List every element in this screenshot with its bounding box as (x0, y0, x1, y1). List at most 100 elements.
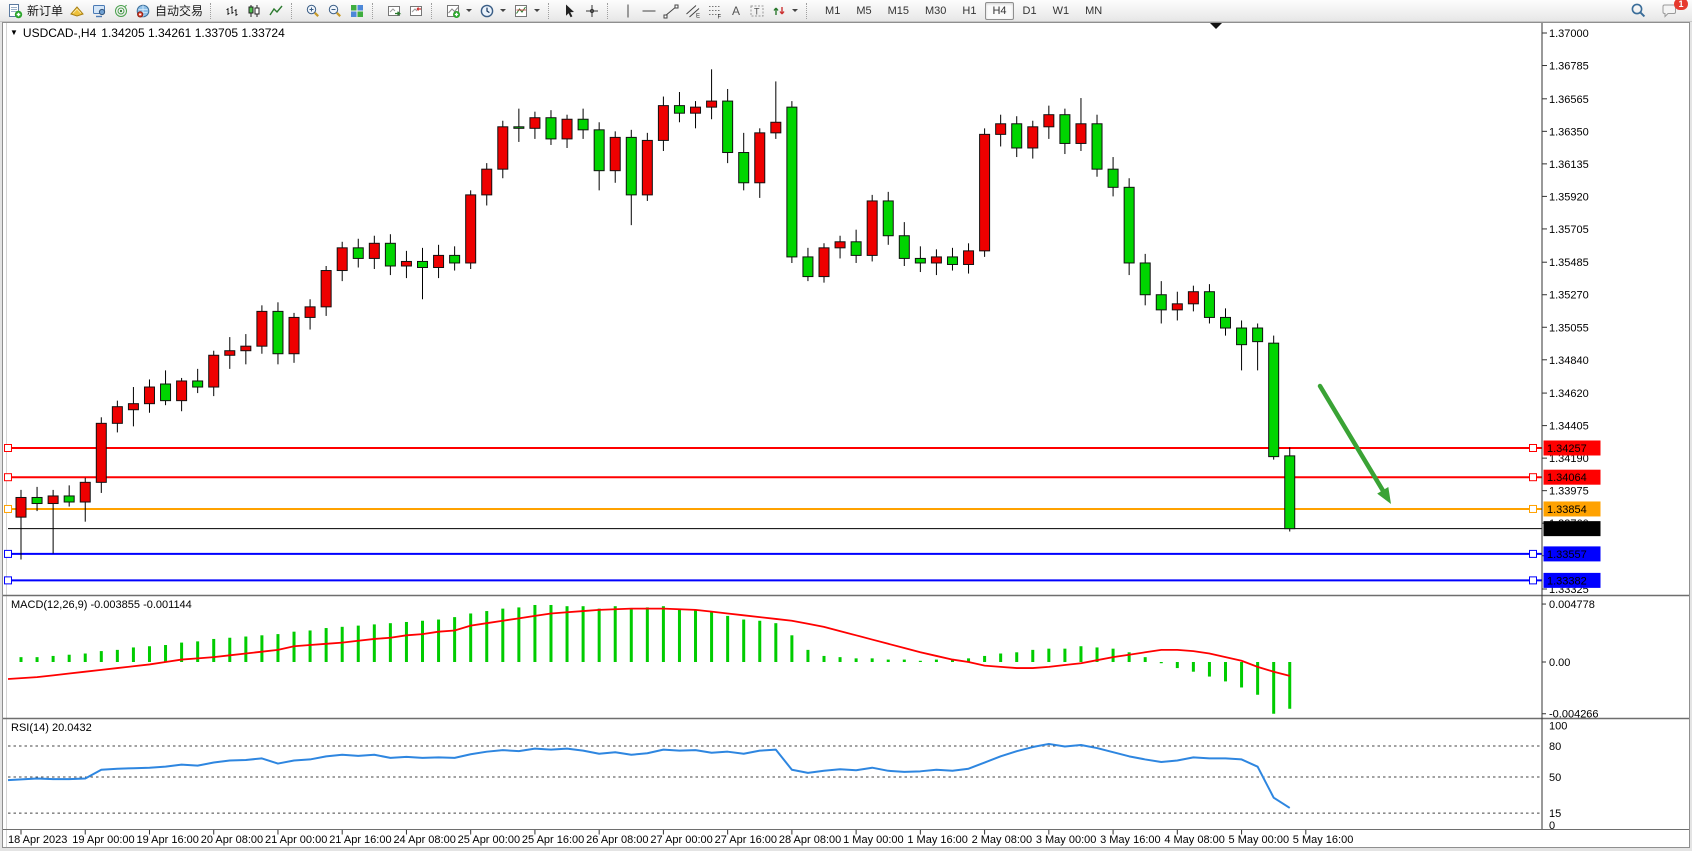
candle-body (16, 497, 26, 517)
macd-histogram-bar (20, 657, 23, 662)
price-tick-label: 1.36135 (1549, 159, 1589, 171)
level-handle-left[interactable] (5, 444, 12, 451)
candle-body (964, 251, 974, 265)
market-watch-button[interactable] (66, 1, 88, 21)
macd-histogram-bar (935, 660, 938, 662)
candle-body (1156, 295, 1166, 310)
cursor-icon (562, 3, 578, 19)
candle-body (1237, 328, 1247, 345)
level-handle-right[interactable] (1530, 577, 1537, 584)
zoom-out-button[interactable] (324, 1, 346, 21)
macd-histogram-bar (244, 637, 247, 662)
timeframe-button-MN[interactable]: MN (1078, 2, 1109, 20)
candle-body (289, 317, 299, 353)
candlestick-chart-button[interactable] (243, 1, 265, 21)
line-chart-button[interactable] (265, 1, 287, 21)
candle-body (225, 351, 235, 356)
search-button[interactable] (1627, 1, 1650, 21)
auto-scroll-button[interactable] (383, 1, 405, 21)
level-handle-right[interactable] (1530, 474, 1537, 481)
candle-body (1060, 115, 1070, 144)
macd-indicator-label: MACD(12,26,9) -0.003855 -0.001144 (11, 599, 192, 611)
cursor-button[interactable] (559, 1, 581, 21)
toolbar-separator (291, 3, 298, 19)
candle-body (193, 381, 203, 387)
macd-histogram-bar (1112, 649, 1115, 662)
price-level-badge-label: 1.34257 (1547, 443, 1587, 455)
chart-canvas[interactable]: 1.370001.367851.365651.363501.361351.359… (0, 22, 1692, 851)
candle-body (1044, 115, 1054, 127)
svg-text:F: F (718, 14, 722, 19)
time-tick-label: 1 May 00:00 (843, 834, 904, 846)
indicators-button[interactable] (442, 1, 476, 21)
trendline-button[interactable] (660, 1, 682, 21)
time-tick-label: 5 May 00:00 (1229, 834, 1290, 846)
indicators-icon (445, 3, 461, 19)
level-handle-right[interactable] (1530, 505, 1537, 512)
chevron-down-icon (534, 8, 541, 13)
macd-histogram-bar (533, 605, 536, 662)
chart-shift-button[interactable] (405, 1, 427, 21)
macd-histogram-bar (582, 606, 585, 662)
fibonacci-icon: F (707, 3, 723, 19)
tile-windows-button[interactable] (346, 1, 368, 21)
bar-chart-button[interactable] (221, 1, 243, 21)
line-chart-icon (268, 3, 284, 19)
timeframe-button-H4[interactable]: H4 (985, 2, 1013, 20)
time-tick-label: 25 Apr 16:00 (522, 834, 584, 846)
arrows-button[interactable] (768, 1, 802, 21)
fibonacci-button[interactable]: F (704, 1, 726, 21)
autotrading-button[interactable]: 自动交易 (132, 1, 206, 21)
macd-histogram-bar (309, 630, 312, 662)
level-handle-right[interactable] (1530, 444, 1537, 451)
notifications-button[interactable]: 1 (1658, 1, 1682, 21)
macd-histogram-bar (357, 626, 360, 662)
timeframe-button-M15[interactable]: M15 (881, 2, 916, 20)
new-order-button[interactable]: 新订单 (4, 1, 66, 21)
candle-body (899, 236, 909, 259)
text-button[interactable]: A (726, 1, 746, 21)
candle-body (1285, 456, 1295, 529)
zoom-in-button[interactable] (302, 1, 324, 21)
timeframe-button-W1[interactable]: W1 (1046, 2, 1077, 20)
level-handle-left[interactable] (5, 550, 12, 557)
market-depth-button[interactable] (110, 1, 132, 21)
macd-histogram-bar (742, 620, 745, 662)
price-tick-label: 1.34405 (1549, 421, 1589, 433)
periods-button[interactable] (476, 1, 510, 21)
symbol-ohlc-label[interactable]: ▼ USDCAD-,H4 1.34205 1.34261 1.33705 1.3… (10, 26, 285, 40)
timeframe-button-H1[interactable]: H1 (955, 2, 983, 20)
macd-histogram-bar (823, 656, 826, 662)
level-handle-left[interactable] (5, 577, 12, 584)
templates-button[interactable] (510, 1, 544, 21)
macd-histogram-bar (694, 610, 697, 662)
macd-histogram-bar (405, 622, 408, 662)
macd-histogram-bar (1192, 662, 1195, 672)
timeframe-button-M5[interactable]: M5 (849, 2, 878, 20)
vertical-line-button[interactable] (618, 1, 638, 21)
price-tick-label: 1.36565 (1549, 94, 1589, 106)
market-depth-icon (113, 3, 129, 19)
level-handle-left[interactable] (5, 505, 12, 512)
zoom-in-icon (305, 3, 321, 19)
level-handle-right[interactable] (1530, 550, 1537, 557)
horizontal-line-button[interactable] (638, 1, 660, 21)
level-handle-left[interactable] (5, 474, 12, 481)
toolbar-separator (607, 3, 614, 19)
terminal-button[interactable] (88, 1, 110, 21)
candle-body (450, 255, 460, 263)
timeframe-button-M1[interactable]: M1 (818, 2, 847, 20)
candle-body (1028, 127, 1038, 148)
price-tick-label: 1.34840 (1549, 355, 1589, 367)
equidistant-channel-button[interactable]: E (682, 1, 704, 21)
macd-histogram-bar (598, 609, 601, 662)
text-label-button[interactable]: T (746, 1, 768, 21)
timeframe-button-D1[interactable]: D1 (1016, 2, 1044, 20)
crosshair-button[interactable] (581, 1, 603, 21)
timeframe-button-M30[interactable]: M30 (918, 2, 953, 20)
candle-body (867, 201, 877, 255)
macd-histogram-bar (517, 607, 520, 662)
time-tick-label: 4 May 08:00 (1164, 834, 1225, 846)
chart-shift-icon (408, 3, 424, 19)
macd-histogram-bar (228, 638, 231, 662)
